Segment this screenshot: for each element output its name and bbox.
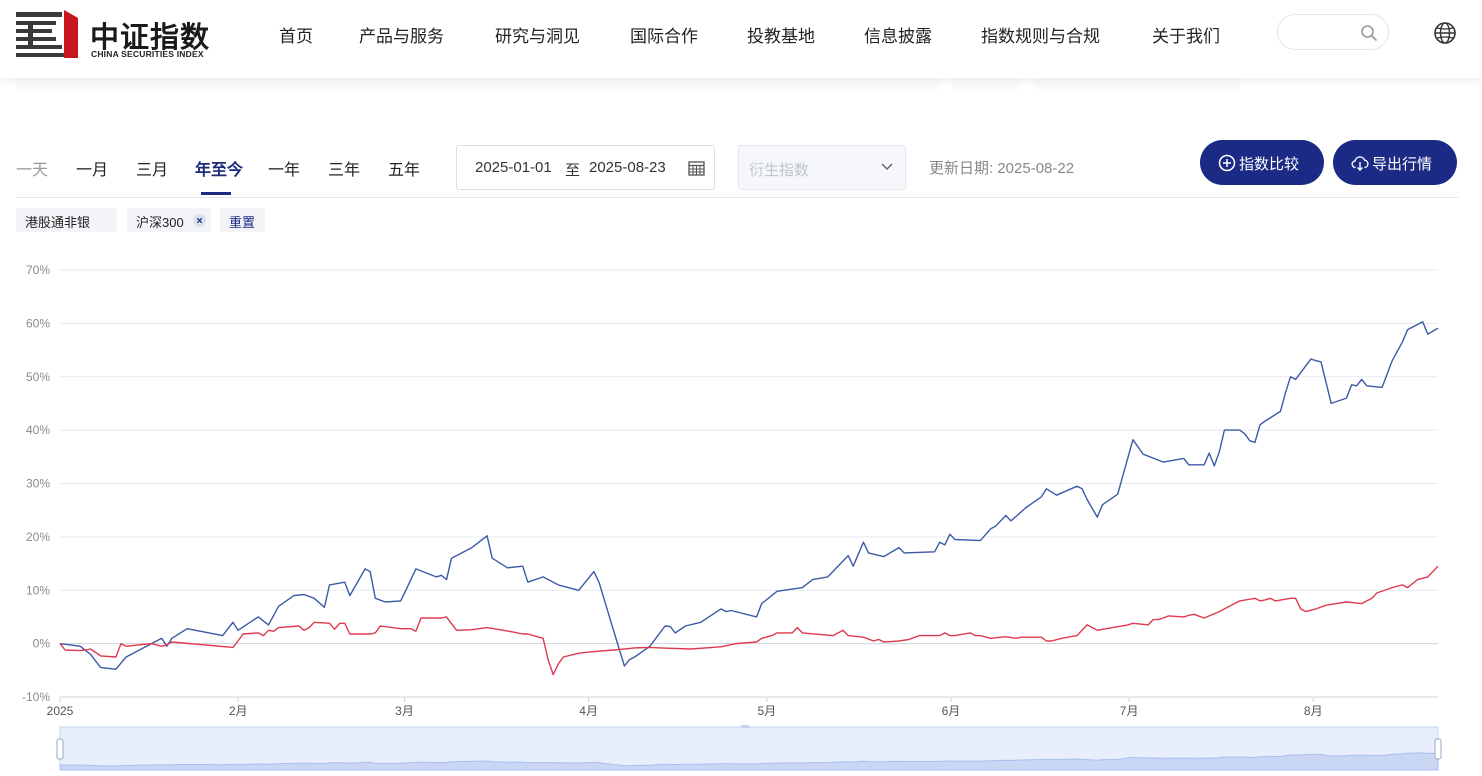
line-chart: -10% 0% 10% 20% 30% 40% 50% 60% 70% 2025 2月 3月 4月 5月 6… <box>22 263 1442 771</box>
range-tab-ytd[interactable]: 年至今 <box>195 156 243 180</box>
index-tag-label: 港股通非银 <box>25 215 91 230</box>
y-tick-label: 50% <box>26 370 50 384</box>
series-line <box>59 565 1439 676</box>
plus-circle-icon <box>1218 154 1236 172</box>
series-0 <box>59 321 1439 670</box>
globe-icon[interactable] <box>1433 21 1457 45</box>
series-1 <box>59 565 1439 676</box>
y-tick-label: 20% <box>26 530 50 544</box>
nav-item-home[interactable]: 首页 <box>279 22 313 47</box>
compare-index-label: 指数比较 <box>1239 156 1300 173</box>
x-tick-label: 4月 <box>579 704 598 718</box>
range-tab-1m[interactable]: 一月 <box>76 156 108 180</box>
nav-item-research[interactable]: 研究与洞见 <box>495 22 580 47</box>
active-tab-indicator <box>201 192 231 195</box>
date-start[interactable]: 2025-01-01 <box>475 159 552 176</box>
export-data-button[interactable]: 导出行情 <box>1333 140 1457 185</box>
toolbar-divider <box>16 197 1458 198</box>
zoom-handle-right[interactable] <box>1434 738 1442 760</box>
search-box <box>1277 14 1389 50</box>
search-input[interactable] <box>1292 23 1362 43</box>
x-tick-label: 2025 <box>47 704 74 718</box>
y-tick-label: 60% <box>26 316 50 330</box>
x-tick-label: 6月 <box>942 704 961 718</box>
index-performance-chart: -10% 0% 10% 20% 30% 40% 50% 60% 70% 2025 2月 3月 4月 5月 6… <box>0 250 1482 776</box>
nav-item-about[interactable]: 关于我们 <box>1152 22 1220 47</box>
x-tick-label: 2月 <box>229 704 248 718</box>
derived-index-placeholder: 衍生指数 <box>749 162 810 179</box>
index-tag-label: 沪深300 <box>136 215 184 230</box>
calendar-icon[interactable] <box>688 160 705 176</box>
cloud-download-icon <box>1351 156 1369 171</box>
y-tick-label: 0% <box>33 637 51 651</box>
collapsed-panel-edge <box>16 79 940 87</box>
zoom-handle-left[interactable] <box>56 738 64 760</box>
close-icon[interactable] <box>193 214 206 227</box>
collapsed-panel-edge <box>952 79 1020 87</box>
update-date: 更新日期: 2025-08-22 <box>929 160 1075 177</box>
site-header: 中证指数 CHINA SECURITIES INDEX 首页 产品与服务 研究与… <box>0 0 1482 78</box>
range-tab-3m[interactable]: 三月 <box>136 156 168 180</box>
y-tick-label: 70% <box>26 263 50 277</box>
y-tick-label: 30% <box>26 477 50 491</box>
chevron-down-icon <box>881 163 893 171</box>
range-tab-3y[interactable]: 三年 <box>328 156 360 180</box>
y-tick-label: 40% <box>26 423 50 437</box>
y-tick-label: 10% <box>26 583 50 597</box>
date-range-picker[interactable]: 2025-01-01 至 2025-08-23 <box>456 145 715 190</box>
nav-item-disclosure[interactable]: 信息披露 <box>864 22 932 47</box>
csi-logo-icon <box>16 10 78 58</box>
export-data-label: 导出行情 <box>1372 156 1433 173</box>
x-tick-label: 5月 <box>757 704 776 718</box>
search-icon[interactable] <box>1360 24 1378 42</box>
selected-index-tags: 港股通非银 沪深300 重置 <box>0 208 400 234</box>
zoom-slider-grip <box>741 725 749 728</box>
x-tick-label: 7月 <box>1120 704 1139 718</box>
series-line <box>59 321 1439 670</box>
date-separator: 至 <box>565 162 581 179</box>
index-tag[interactable]: 港股通非银 <box>16 208 117 232</box>
compare-index-button[interactable]: 指数比较 <box>1200 140 1324 185</box>
range-tab-5y[interactable]: 五年 <box>388 156 420 180</box>
nav-item-international[interactable]: 国际合作 <box>630 22 698 47</box>
nav-item-rules[interactable]: 指数规则与合规 <box>981 22 1100 47</box>
derived-index-select[interactable]: 衍生指数 <box>738 145 906 190</box>
x-tick-label: 3月 <box>395 704 414 718</box>
chart-toolbar: 一天 一月 三月 年至今 一年 三年 五年 2025-01-01 至 2025-… <box>0 140 1482 200</box>
range-tab-1y[interactable]: 一年 <box>268 156 300 180</box>
collapsed-panel-edge <box>1034 79 1240 87</box>
index-tag[interactable]: 沪深300 <box>127 208 211 232</box>
date-end[interactable]: 2025-08-23 <box>589 159 666 176</box>
site-logo[interactable]: 中证指数 CHINA SECURITIES INDEX <box>16 8 228 60</box>
nav-item-products[interactable]: 产品与服务 <box>359 22 444 47</box>
logo-english-text: CHINA SECURITIES INDEX <box>91 49 204 59</box>
reset-label: 重置 <box>229 215 256 230</box>
x-tick-label: 8月 <box>1304 704 1323 718</box>
y-tick-label: -10% <box>22 690 50 704</box>
reset-button[interactable]: 重置 <box>220 208 265 232</box>
range-tab-1d[interactable]: 一天 <box>16 156 48 180</box>
nav-item-education[interactable]: 投教基地 <box>747 22 815 47</box>
